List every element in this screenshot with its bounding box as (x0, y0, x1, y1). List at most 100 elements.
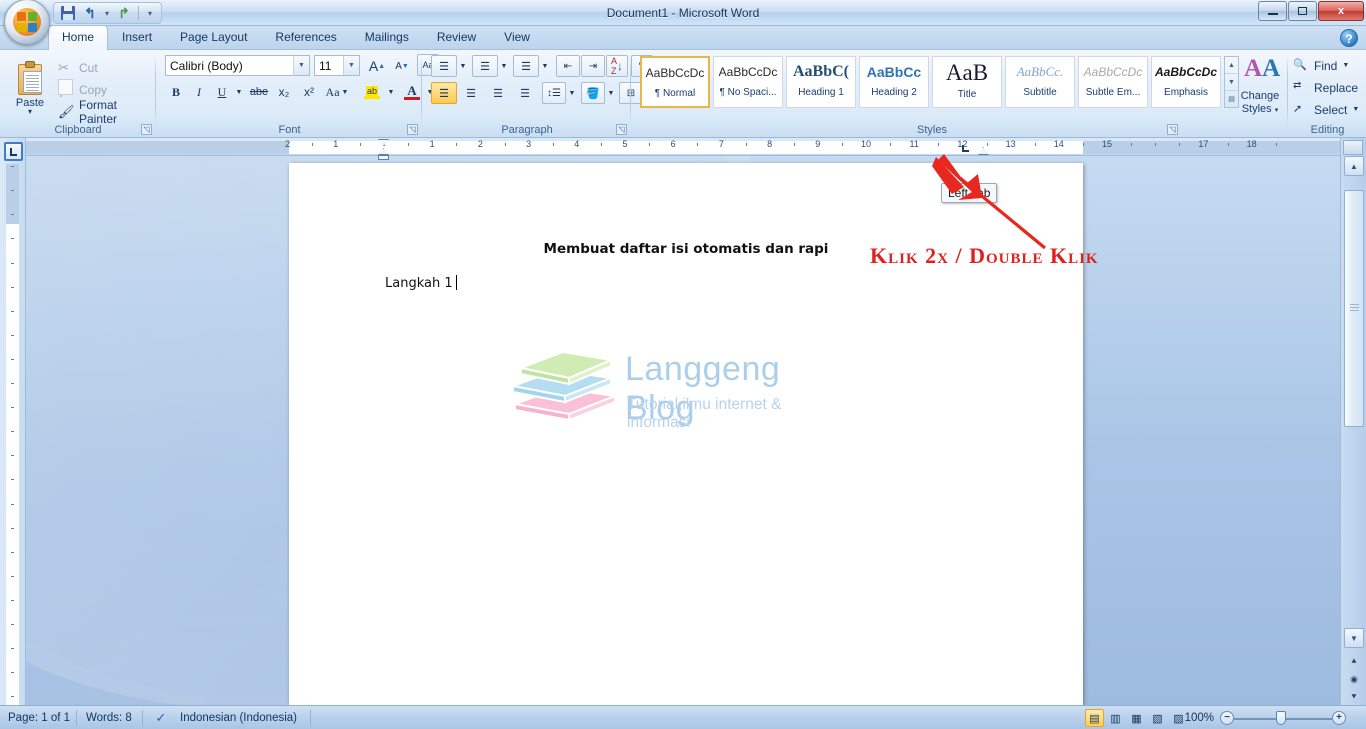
customize-qat-button[interactable]: ▾ (143, 4, 157, 22)
close-button[interactable]: x (1318, 1, 1364, 21)
style-title[interactable]: AaB Title (932, 56, 1002, 108)
style-emphasis[interactable]: AaBbCcDc Emphasis (1151, 56, 1221, 108)
increase-indent-button[interactable]: ⇥ (581, 55, 605, 77)
style-normal[interactable]: AaBbCcDc ¶ Normal (640, 56, 710, 108)
paste-button[interactable]: Paste ▾ (8, 55, 52, 123)
tab-selector-button[interactable] (4, 142, 23, 161)
zoom-level[interactable]: 100% (1185, 706, 1214, 729)
tab-view[interactable]: View (490, 26, 544, 50)
select-button[interactable]: ➚ Select ▼ (1293, 99, 1359, 120)
ruler-tick (1275, 143, 1277, 146)
tab-mailings[interactable]: Mailings (351, 26, 423, 50)
line-spacing-button[interactable]: ↕☰ (542, 82, 566, 104)
split-window-handle[interactable] (1343, 140, 1363, 155)
decrease-indent-button[interactable]: ⇤ (556, 55, 580, 77)
scroll-up-button[interactable]: ▲ (1344, 156, 1364, 176)
page-indicator[interactable]: Page: 1 of 1 (8, 706, 70, 729)
watermark-subtitle: Tutorial,ilmu internet & informasi (627, 396, 782, 431)
shading-button[interactable]: 🪣 (581, 82, 605, 104)
subscript-button[interactable]: x₂ (272, 81, 296, 103)
align-right-button[interactable]: ☰ (485, 82, 511, 104)
zoom-slider-thumb[interactable] (1276, 711, 1286, 725)
view-web-layout[interactable]: ▦ (1127, 709, 1146, 727)
zoom-slider[interactable]: − + (1220, 711, 1346, 725)
multilevel-dropdown[interactable]: ▼ (539, 55, 551, 77)
font-name-combo[interactable]: Calibri (Body) ▼ (165, 55, 310, 76)
grow-font-button[interactable]: A ▲ (365, 55, 389, 77)
view-print-layout[interactable]: ▤ (1085, 709, 1104, 727)
numbering-button[interactable]: ☰ (472, 55, 498, 77)
ruler-tick (1155, 143, 1157, 146)
line-spacing-dropdown[interactable]: ▼ (566, 82, 578, 104)
bullets-dropdown[interactable]: ▼ (457, 55, 469, 77)
justify-button[interactable]: ☰ (512, 82, 538, 104)
proofing-status-icon[interactable]: ✓ (150, 706, 172, 729)
chevron-down-icon[interactable]: ▼ (293, 56, 309, 75)
paragraph-dialog-launcher[interactable]: ◹ (616, 124, 627, 135)
align-center-button[interactable]: ☰ (458, 82, 484, 104)
minimize-button[interactable] (1258, 1, 1287, 21)
chevron-down-icon[interactable]: ▼ (343, 56, 359, 75)
underline-button[interactable]: U (211, 81, 233, 103)
undo-button[interactable]: ↰ (80, 4, 100, 22)
highlight-dropdown[interactable]: ▼ (385, 81, 397, 103)
next-page-button[interactable]: ⯆ (1347, 690, 1361, 704)
align-left-button[interactable]: ☰ (431, 82, 457, 104)
help-icon[interactable]: ? (1340, 29, 1358, 47)
bold-button[interactable]: B (165, 81, 187, 103)
save-button[interactable] (58, 4, 78, 22)
shrink-font-button[interactable]: A ▼ (390, 55, 414, 77)
superscript-button[interactable]: x² (297, 81, 321, 103)
tab-page-layout[interactable]: Page Layout (166, 26, 261, 50)
scrollbar-thumb[interactable] (1344, 190, 1364, 427)
underline-dropdown[interactable]: ▼ (233, 81, 245, 103)
change-styles-button[interactable]: AA Change Styles ▾ (1232, 50, 1288, 138)
word-count[interactable]: Words: 8 (86, 706, 132, 729)
tab-review[interactable]: Review (423, 26, 490, 50)
zoom-out-button[interactable]: − (1220, 711, 1234, 725)
scroll-down-button[interactable]: ▼ (1344, 628, 1364, 648)
tab-references[interactable]: References (261, 26, 350, 50)
font-size-combo[interactable]: 11 ▼ (314, 55, 360, 76)
clipboard-dialog-launcher[interactable]: ◹ (141, 124, 152, 135)
tab-home[interactable]: Home (48, 25, 109, 50)
restore-icon (1298, 7, 1307, 15)
sort-button[interactable]: A Z ↓ (606, 55, 628, 77)
ribbon-group-clipboard: Paste ▾ ✂ Cut Copy 🖌 Format Painter Clip… (0, 50, 156, 138)
style-subtle-emphasis[interactable]: AaBbCcDc Subtle Em... (1078, 56, 1148, 108)
view-outline[interactable]: ▧ (1148, 709, 1167, 727)
styles-dialog-launcher[interactable]: ◹ (1167, 124, 1178, 135)
style-name: Subtle Em... (1085, 87, 1141, 98)
strikethrough-button[interactable]: abe (247, 81, 271, 103)
cut-button[interactable]: ✂ Cut (58, 57, 98, 78)
style-no-spacing[interactable]: AaBbCcDc ¶ No Spaci... (713, 56, 783, 108)
style-heading-2[interactable]: AaBbCc Heading 2 (859, 56, 929, 108)
vertical-scrollbar[interactable]: ▲ ▼ ⯅ ◉ ⯆ (1340, 138, 1366, 705)
find-button[interactable]: 🔍 Find ▼ (1293, 55, 1349, 76)
zoom-in-button[interactable]: + (1332, 711, 1346, 725)
left-indent-marker[interactable] (378, 155, 389, 160)
previous-page-button[interactable]: ⯅ (1347, 654, 1361, 668)
horizontal-ruler[interactable]: 2 1 1 2 3 4 5 6 7 8 9 10 11 12 13 14 15 17 18 (26, 138, 1340, 160)
shading-dropdown[interactable]: ▼ (605, 82, 617, 104)
style-subtitle[interactable]: AaBbCc. Subtitle (1005, 56, 1075, 108)
tab-insert[interactable]: Insert (108, 26, 166, 50)
view-full-screen-reading[interactable]: ▥ (1106, 709, 1125, 727)
language-indicator[interactable]: Indonesian (Indonesia) (180, 706, 297, 729)
style-heading-1[interactable]: AaBbC( Heading 1 (786, 56, 856, 108)
numbering-dropdown[interactable]: ▼ (498, 55, 510, 77)
undo-dropdown[interactable]: ▾ (102, 4, 112, 22)
maximize-button[interactable] (1288, 1, 1317, 21)
highlight-button[interactable]: ab (359, 81, 385, 103)
font-dialog-launcher[interactable]: ◹ (407, 124, 418, 135)
format-painter-button[interactable]: 🖌 Format Painter (58, 98, 156, 126)
redo-button[interactable]: ↱ (114, 4, 134, 22)
replace-button[interactable]: ⇄ Replace (1293, 77, 1358, 98)
select-browse-object-button[interactable]: ◉ (1347, 672, 1361, 686)
bullets-button[interactable]: ☰ (431, 55, 457, 77)
multilevel-list-button[interactable]: ☰ (513, 55, 539, 77)
paste-icon (17, 61, 43, 95)
office-button[interactable] (4, 0, 50, 45)
italic-button[interactable]: I (188, 81, 210, 103)
change-case-button[interactable]: Aa ▼ (322, 81, 352, 103)
